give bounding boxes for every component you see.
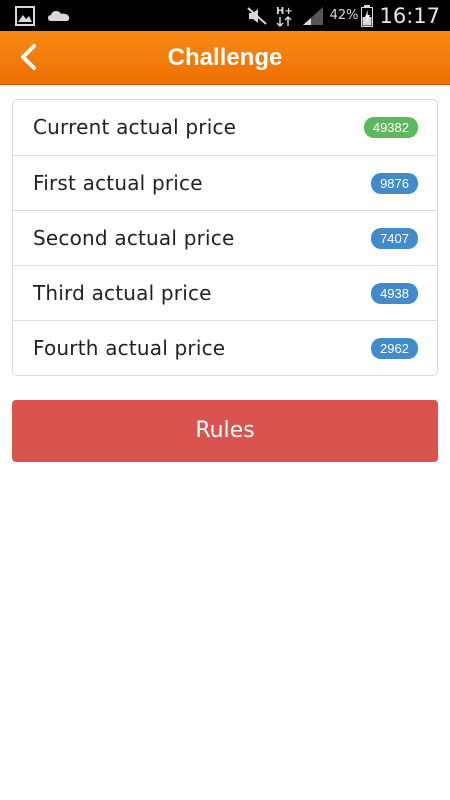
app-header: Challenge <box>0 31 450 85</box>
list-item-second-price[interactable]: Second actual price 7407 <box>13 210 437 265</box>
price-label: Second actual price <box>33 226 235 250</box>
list-item-first-price[interactable]: First actual price 9876 <box>13 155 437 210</box>
status-right-icons: H+ 42% 16:17 <box>246 0 440 31</box>
status-bar: H+ 42% 16:17 <box>0 0 450 31</box>
price-badge: 9876 <box>371 173 418 194</box>
rules-button[interactable]: Rules <box>12 400 438 462</box>
svg-text:H+: H+ <box>276 6 293 17</box>
list-item-third-price[interactable]: Third actual price 4938 <box>13 265 437 320</box>
data-transfer-icon: H+ <box>276 6 293 27</box>
price-badge: 2962 <box>371 338 418 359</box>
battery-icon <box>361 4 374 27</box>
price-badge: 49382 <box>363 117 418 138</box>
gallery-icon <box>15 6 35 26</box>
cloud-icon <box>48 11 70 21</box>
clock-time: 16:17 <box>379 3 440 28</box>
mute-icon <box>246 6 267 25</box>
status-left-icons <box>15 6 71 26</box>
price-badge: 4938 <box>371 283 418 304</box>
price-label: First actual price <box>33 171 203 195</box>
battery-percent: 42% <box>329 8 359 23</box>
price-list: Current actual price 49382 First actual … <box>12 99 438 376</box>
list-item-fourth-price[interactable]: Fourth actual price 2962 <box>13 320 437 375</box>
list-item-current-price[interactable]: Current actual price 49382 <box>13 100 437 155</box>
page-title: Challenge <box>167 44 283 71</box>
price-label: Fourth actual price <box>33 336 226 360</box>
price-label: Current actual price <box>33 115 237 139</box>
price-label: Third actual price <box>33 281 212 305</box>
price-badge: 7407 <box>371 228 418 249</box>
signal-icon <box>302 6 323 25</box>
